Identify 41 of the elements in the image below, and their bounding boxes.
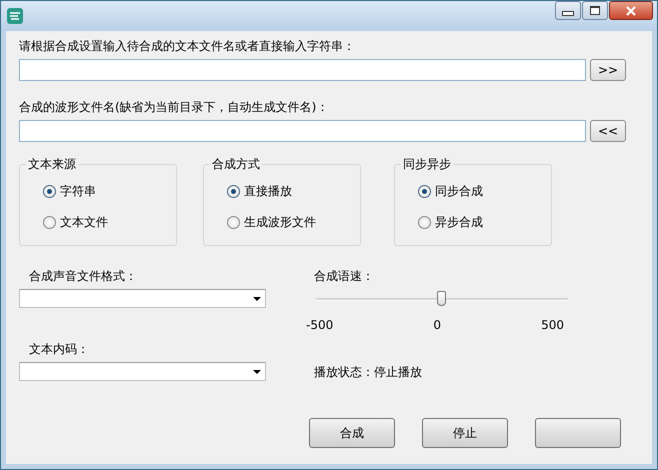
close-button[interactable]	[609, 1, 653, 20]
radio-label: 文本文件	[60, 214, 108, 230]
group-title: 文本来源	[26, 156, 78, 172]
minimize-button[interactable]	[555, 1, 581, 20]
radio-label: 直接播放	[244, 183, 292, 199]
action-button[interactable]: 合成	[309, 418, 395, 448]
format-dropdown[interactable]	[19, 289, 266, 308]
app-icon	[6, 7, 24, 25]
wave-file-field[interactable]	[19, 120, 586, 142]
maximize-button[interactable]	[582, 1, 608, 20]
radio-button[interactable]	[43, 216, 56, 228]
radio-label: 字符串	[60, 183, 96, 199]
radio-button[interactable]	[43, 184, 56, 198]
field-label: 文本内码：	[28, 341, 90, 357]
field-label: 请根据合成设置输入待合成的文本文件名或者直接输入字符串：	[19, 38, 356, 54]
slider-thumb[interactable]	[437, 291, 446, 306]
radio-label: 生成波形文件	[244, 214, 316, 230]
browse-button[interactable]: <<	[590, 120, 626, 142]
close-icon	[625, 6, 637, 16]
action-button[interactable]	[535, 418, 621, 448]
caret-icon	[253, 370, 261, 374]
tick-label: 0	[433, 318, 441, 332]
radio-button[interactable]	[227, 216, 240, 228]
field-label: 合成声音文件格式：	[28, 268, 138, 284]
text-input-field[interactable]	[19, 59, 586, 81]
tick-label: 500	[541, 318, 564, 332]
caret-icon	[253, 296, 261, 300]
group-title: 合成方式	[210, 156, 262, 172]
tick-label: -500	[306, 318, 334, 332]
field-label: 合成语速：	[314, 268, 375, 284]
group-title: 同步异步	[401, 156, 453, 172]
radio-button[interactable]	[418, 184, 431, 198]
status-text: 播放状态：停止播放	[314, 364, 423, 381]
radio-label: 同步合成	[435, 183, 483, 199]
field-label: 合成的波形文件名(缺省为当前目录下，自动生成文件名)：	[19, 99, 330, 115]
radio-button[interactable]	[227, 184, 240, 198]
browse-button[interactable]: >>	[590, 59, 626, 81]
radio-button[interactable]	[418, 216, 431, 228]
radio-label: 异步合成	[435, 214, 483, 230]
action-button[interactable]: 停止	[422, 418, 508, 448]
encoding-dropdown[interactable]	[19, 362, 266, 381]
